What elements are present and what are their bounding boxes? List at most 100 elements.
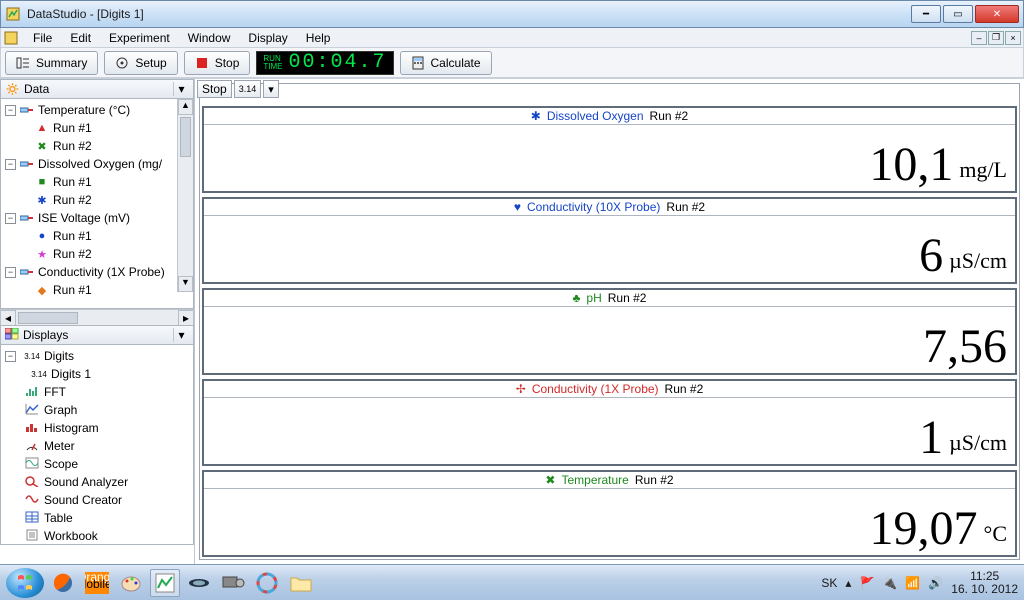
close-button[interactable]: ✕ [975,5,1019,23]
mdi-close-button[interactable]: × [1005,31,1021,45]
displays-panel-header[interactable]: Displays ▾ [0,325,194,345]
tray-time: 11:25 [951,570,1018,583]
task-paint-icon[interactable] [116,569,146,597]
menu-file[interactable]: File [25,29,60,47]
display-item[interactable]: FFT [1,383,193,401]
card-body: 1µS/cm [204,398,1015,464]
data-tree-run[interactable]: ◆Run #1 [1,281,193,299]
windows-taskbar: OrangeMobiles SK ▴ 🚩 🔌 📶 🔊 11:25 16. 10.… [0,564,1024,600]
data-panel-header[interactable]: 🔅 Data ▾ [0,79,194,99]
tray-clock[interactable]: 11:25 16. 10. 2012 [951,570,1018,596]
maximize-button[interactable]: ▭ [943,5,973,23]
display-item[interactable]: Meter [1,437,193,455]
calculate-button[interactable]: Calculate [400,51,492,75]
task-explorer-icon[interactable] [286,569,316,597]
sensor-symbol-icon: ♥ [514,200,521,214]
reading-unit: mg/L [959,157,1007,189]
task-firefox-icon[interactable] [48,569,78,597]
collapse-icon[interactable]: − [5,351,16,362]
reading-value: 6 [919,232,943,280]
data-tree-group[interactable]: −Dissolved Oxygen (mg/ [1,155,193,173]
data-tree-group[interactable]: −Temperature (°C) [1,101,193,119]
sensor-icon [20,158,34,170]
main-toolbar: Summary Setup Stop RUN TIME 00:04.7 Calc… [0,48,1024,78]
tray-network-icon[interactable]: 📶 [905,576,920,590]
collapse-icon[interactable]: − [5,267,16,278]
menu-display[interactable]: Display [240,29,295,47]
data-tree[interactable]: −Temperature (°C)▲Run #1✖Run #2−Dissolve… [0,99,194,309]
data-tree-hscrollbar[interactable]: ◂▸ [0,309,194,325]
display-item[interactable]: Graph [1,401,193,419]
stop-button[interactable]: Stop [184,51,251,75]
task-orange-icon[interactable]: OrangeMobiles [82,569,112,597]
data-tree-run[interactable]: ●Run #1 [1,227,193,245]
mdi-minimize-button[interactable]: – [971,31,987,45]
tray-show-hidden-icon[interactable]: ▴ [845,576,851,590]
sensor-symbol-icon: ✖ [545,473,555,487]
display-item[interactable]: Workbook [1,527,193,545]
task-app6-icon[interactable] [218,569,248,597]
display-label: Sound Creator [44,493,122,507]
reading-value: 1 [919,414,943,462]
task-app5-icon[interactable] [184,569,214,597]
reading-card[interactable]: ♣pHRun #27,56 [202,288,1017,375]
tray-volume-icon[interactable]: 🔊 [928,576,943,590]
display-item[interactable]: Histogram [1,419,193,437]
data-tree-run[interactable]: ▲Run #1 [1,119,193,137]
tray-flag-icon[interactable]: 🚩 [859,576,874,590]
display-item[interactable]: Sound Creator [1,491,193,509]
control-menu-icon[interactable] [3,30,19,46]
data-tree-run[interactable]: ★Run #2 [1,245,193,263]
display-label: Table [44,511,73,525]
digits-format-button[interactable]: 3.14 [234,80,262,98]
data-tree-vscrollbar[interactable]: ▲▼ [177,99,193,292]
displays-panel-dropdown-icon[interactable]: ▾ [173,328,189,342]
tray-lang[interactable]: SK [821,576,837,590]
collapse-icon[interactable]: − [5,105,16,116]
display-item-digits[interactable]: −3.14Digits [1,347,193,365]
reading-card[interactable]: ♥Conductivity (10X Probe)Run #26µS/cm [202,197,1017,284]
data-tree-run[interactable]: ✱Run #2 [1,191,193,209]
stop-label: Stop [215,56,240,70]
data-tree-group[interactable]: −Conductivity (1X Probe) [1,263,193,281]
digits-stop-button[interactable]: Stop [197,80,232,98]
displays-tree[interactable]: −3.14Digits3.14Digits 1FFT Graph Histogram… [0,345,194,545]
sensor-name: Conductivity (10X Probe) [527,200,660,214]
sensor-symbol-icon: ✢ [516,382,526,396]
display-item[interactable]: Scope [1,455,193,473]
menu-experiment[interactable]: Experiment [101,29,178,47]
digits-dropdown-button[interactable]: ▾ [263,80,279,98]
task-app7-icon[interactable] [252,569,282,597]
reading-card[interactable]: ✖TemperatureRun #219,07°C [202,470,1017,557]
data-tree-group-label: ISE Voltage (mV) [38,211,130,225]
collapse-icon[interactable]: − [5,159,16,170]
sensor-symbol-icon: ♣ [573,291,581,305]
display-item[interactable]: Sound Analyzer [1,473,193,491]
data-tree-run[interactable]: ■Run #1 [1,173,193,191]
data-tree-run[interactable]: ✖Run #2 [1,137,193,155]
summary-button[interactable]: Summary [5,51,98,75]
sensor-name: pH [586,291,601,305]
run-timer: RUN TIME 00:04.7 [256,51,393,75]
sensor-name: Dissolved Oxygen [547,109,644,123]
reading-card[interactable]: ✱Dissolved OxygenRun #210,1mg/L [202,106,1017,193]
display-item-digits-1[interactable]: 3.14Digits 1 [1,365,193,383]
task-datastudio-icon[interactable] [150,569,180,597]
mdi-restore-button[interactable]: ❐ [988,31,1004,45]
data-panel-dropdown-icon[interactable]: ▾ [173,82,189,96]
menu-help[interactable]: Help [298,29,339,47]
reading-card[interactable]: ✢Conductivity (1X Probe)Run #21µS/cm [202,379,1017,466]
display-item[interactable]: Table [1,509,193,527]
data-tree-group[interactable]: − ISE Voltage (mV) [1,209,193,227]
tray-device-icon[interactable]: 🔌 [882,576,897,590]
display-label: Graph [44,403,77,417]
setup-label: Setup [135,56,166,70]
sound-cr-icon [24,493,40,508]
run-marker-icon: ■ [35,176,49,188]
menu-edit[interactable]: Edit [62,29,99,47]
collapse-icon[interactable]: − [5,213,16,224]
menu-window[interactable]: Window [180,29,239,47]
setup-button[interactable]: Setup [104,51,177,75]
start-button[interactable] [6,568,44,598]
minimize-button[interactable]: ━ [911,5,941,23]
